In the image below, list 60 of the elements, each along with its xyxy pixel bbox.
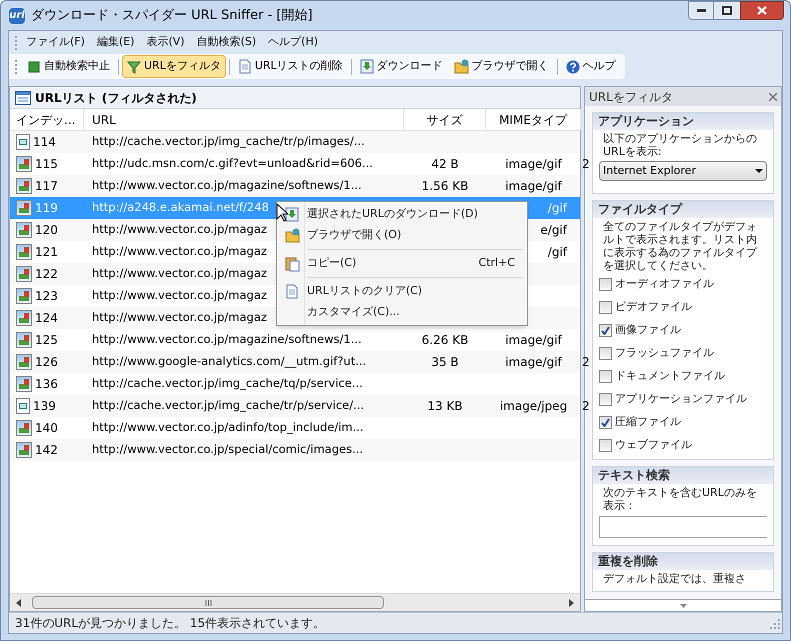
section-heading: ファイルタイプ bbox=[593, 201, 773, 218]
section-description: 全てのファイルタイプがデフォルトで表示されます。リスト内に表示する為のファイルタイプを選択してください。 bbox=[603, 220, 758, 272]
section-heading: テキスト検索 bbox=[593, 467, 773, 484]
table-cell: /gif bbox=[548, 201, 567, 215]
section-description: デフォルト設定では、重複さ bbox=[603, 572, 747, 585]
table-cell-text: 124 bbox=[35, 310, 58, 327]
table-cell: http://udc.msn.com/c.gif?evt=unload&rid=606... bbox=[92, 156, 373, 170]
table-cell-text: 115 bbox=[35, 156, 58, 173]
table-cell: 35 B bbox=[431, 355, 459, 369]
table-cell-text: 136 bbox=[35, 376, 58, 393]
table-cell: http://www.vector.co.jp/special/comic/images... bbox=[92, 442, 364, 456]
app-icon: url bbox=[9, 8, 25, 24]
list-title: URLリスト (フィルタされた) bbox=[35, 90, 197, 106]
table-cell: http://www.vector.co.jp/magaz bbox=[92, 222, 267, 236]
table-cell: 1.56 KB bbox=[422, 179, 468, 193]
table-cell-text: 120 bbox=[35, 222, 58, 239]
table-cell-text: 140 bbox=[35, 420, 58, 437]
window-title: ダウンロード・スパイダー URL Sniffer - [開始] bbox=[31, 6, 313, 25]
table-cell-text: 123 bbox=[35, 288, 58, 305]
table-cell: http://www.vector.co.jp/magaz bbox=[92, 244, 267, 258]
table-cell: 6.26 KB bbox=[422, 333, 468, 347]
table-cell: 2 bbox=[582, 157, 590, 171]
section-heading: アプリケーション bbox=[593, 113, 773, 130]
table-cell: 42 B bbox=[431, 157, 459, 171]
table-cell-text: 117 bbox=[35, 178, 58, 195]
table-cell: 2 bbox=[582, 355, 590, 369]
table-cell-text: 122 bbox=[35, 266, 58, 283]
table-cell-text: 125 bbox=[35, 332, 58, 349]
table-cell: http://www.vector.co.jp/magaz bbox=[92, 266, 267, 280]
table-cell: image/jpeg bbox=[500, 399, 568, 413]
table-cell: http://www.vector.co.jp/magazine/softnews/1... bbox=[92, 332, 362, 346]
table-cell: image/gif bbox=[505, 333, 562, 347]
section-description: 以下のアプリケーションからのURLを表示: bbox=[603, 132, 758, 158]
table-cell: image/gif bbox=[505, 179, 562, 193]
table-cell: http://www.google-analytics.com/__utm.gif?ut... bbox=[92, 354, 366, 368]
table-cell: http://www.vector.co.jp/magaz bbox=[92, 288, 267, 302]
table-cell: image/gif bbox=[505, 355, 562, 369]
table-cell-text: 126 bbox=[35, 354, 58, 371]
panel-title: URLをフィルタ bbox=[589, 88, 673, 106]
table-cell: http://a248.e.akamai.net/f/248 bbox=[92, 200, 269, 214]
table-cell: http://www.vector.co.jp/magazine/softnews/1... bbox=[92, 178, 362, 192]
table-cell: http://cache.vector.jp/img_cache/tr/p/images/... bbox=[92, 134, 365, 148]
table-cell-text: 139 bbox=[33, 398, 56, 415]
table-cell-text: 114 bbox=[33, 134, 56, 151]
table-cell: http://cache.vector.jp/img_cache/tq/p/service... bbox=[92, 376, 363, 390]
table-cell: http://www.vector.co.jp/magaz bbox=[92, 310, 267, 324]
status-text: 31件のURLが見つかりました。 15件表示されています。 bbox=[14, 615, 326, 632]
table-cell: http://www.vector.co.jp/adinfo/top_include/im... bbox=[92, 420, 364, 434]
table-cell: /gif bbox=[548, 245, 567, 259]
table-cell: http://cache.vector.jp/img_cache/tr/p/service/... bbox=[92, 398, 364, 412]
table-cell: 13 KB bbox=[427, 399, 463, 413]
table-cell: e/gif bbox=[540, 223, 567, 237]
table-cell: image/gif bbox=[505, 157, 562, 171]
section-description: 次のテキストを含むURLのみを表示： bbox=[603, 486, 758, 512]
table-cell-text: 121 bbox=[35, 244, 58, 261]
section-heading: 重複を削除 bbox=[593, 553, 773, 570]
table-cell: 2 bbox=[582, 399, 590, 413]
table-cell-text: 142 bbox=[35, 442, 58, 459]
table-cell-text: 119 bbox=[35, 200, 58, 217]
shortcut-text: Ctrl+C bbox=[478, 255, 515, 272]
